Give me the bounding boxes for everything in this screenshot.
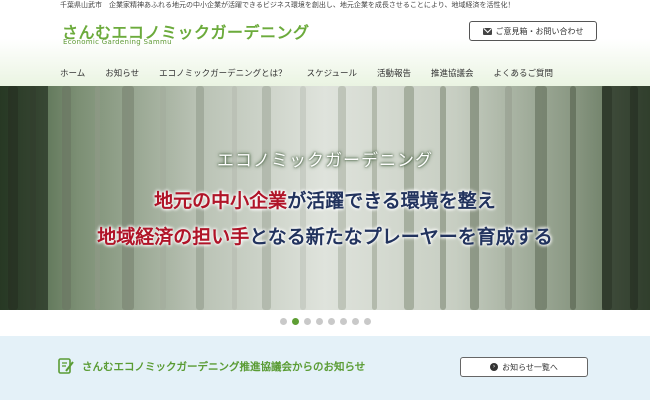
news-section: さんむエコノミックガーデニング推進協議会からのお知らせ › お知らせ一覧へ <box>0 336 650 400</box>
site-logo-subtitle: Economic Gardening Sammu <box>63 38 172 46</box>
arrow-right-icon: › <box>490 363 499 371</box>
slider-dot-6[interactable] <box>339 318 347 325</box>
hero-headline-1-text: が活躍できる環境を整え <box>287 190 496 212</box>
slider-pagination <box>0 318 650 325</box>
hero-headline-1-highlight: 地元の中小企業 <box>154 190 288 212</box>
site-header: 千葉県山武市 企業家精神あふれる地元の中小企業が活躍できるビジネス環境を創出し、… <box>0 0 650 86</box>
hero-headline-2: 地域経済の担い手となる新たなプレーヤーを育成する <box>0 222 650 249</box>
site-tagline: 千葉県山武市 企業家精神あふれる地元の中小企業が活躍できるビジネス環境を創出し、… <box>60 1 515 9</box>
note-icon <box>58 358 74 374</box>
hero-headline-2-highlight: 地域経済の担い手 <box>97 226 250 248</box>
news-section-title: さんむエコノミックガーデニング推進協議会からのお知らせ <box>82 361 366 373</box>
nav-item-home[interactable]: ホーム <box>50 67 95 79</box>
slider-dot-3[interactable] <box>303 318 311 325</box>
slider-dot-1[interactable] <box>279 318 287 325</box>
nav-item-about[interactable]: エコノミックガーデニングとは？ <box>149 67 297 79</box>
nav-item-schedule[interactable]: スケジュール <box>297 67 367 79</box>
mail-icon <box>482 27 492 35</box>
nav-item-faq[interactable]: よくあるご質問 <box>484 67 564 79</box>
nav-item-reports[interactable]: 活動報告 <box>367 67 421 79</box>
slider-dot-2[interactable] <box>291 318 299 325</box>
contact-button-label: ご意見箱・お問い合わせ <box>495 26 584 36</box>
slider-dot-7[interactable] <box>351 318 359 325</box>
hero-slider[interactable]: エコノミックガーデニング 地元の中小企業が活躍できる環境を整え 地域経済の担い手… <box>0 86 650 310</box>
contact-button[interactable]: ご意見箱・お問い合わせ <box>469 21 597 41</box>
news-list-button[interactable]: › お知らせ一覧へ <box>460 357 588 377</box>
news-list-button-label: お知らせ一覧へ <box>502 362 558 372</box>
hero-headline-2-text: となる新たなプレーヤーを育成する <box>249 226 553 248</box>
hero-headline-1: 地元の中小企業が活躍できる環境を整え <box>0 186 650 213</box>
nav-item-news[interactable]: お知らせ <box>95 67 149 79</box>
slider-dot-8[interactable] <box>363 318 371 325</box>
main-nav: ホーム お知らせ エコノミックガーデニングとは？ スケジュール 活動報告 推進協… <box>50 62 563 84</box>
hero-title: エコノミックガーデニング <box>217 151 433 171</box>
nav-item-council[interactable]: 推進協議会 <box>421 67 484 79</box>
slider-dot-5[interactable] <box>327 318 335 325</box>
slider-dot-4[interactable] <box>315 318 323 325</box>
